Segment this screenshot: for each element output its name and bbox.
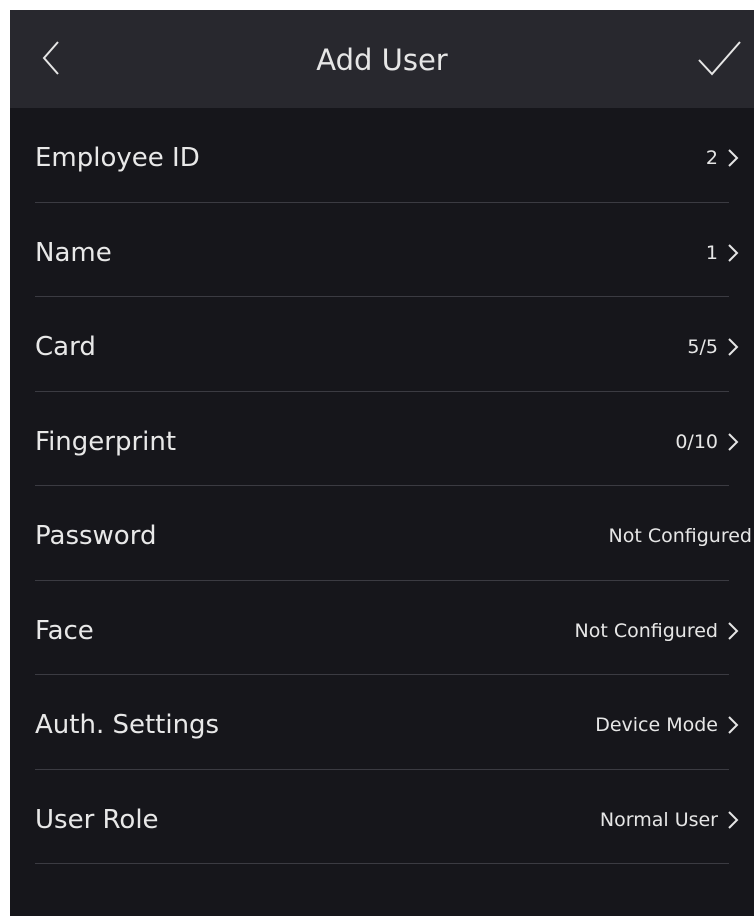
- confirm-button[interactable]: [694, 34, 744, 82]
- card-row[interactable]: Card 5/5: [10, 297, 754, 392]
- chevron-right-icon: [728, 338, 739, 356]
- row-value: Device Mode: [595, 714, 718, 736]
- row-value: Not Configured: [574, 619, 718, 642]
- row-label: Face: [35, 615, 94, 646]
- chevron-right-icon: [728, 716, 739, 734]
- chevron-right-icon: [728, 243, 739, 262]
- row-value: 2: [705, 147, 718, 169]
- back-button[interactable]: [26, 32, 78, 84]
- fingerprint-row[interactable]: Fingerprint 0/10: [10, 392, 754, 487]
- page-title: Add User: [316, 43, 448, 77]
- user-role-row[interactable]: User Role Normal User: [10, 770, 754, 865]
- row-label: Name: [35, 237, 112, 268]
- row-label: Employee ID: [35, 143, 200, 173]
- user-settings-list: Employee ID 2 Name 1 Card 5/5 Fingerprin…: [10, 108, 754, 864]
- chevron-right-icon: [728, 432, 739, 451]
- row-label: Fingerprint: [35, 426, 177, 457]
- header-bar: Add User: [10, 10, 754, 108]
- add-user-screen: Add User Employee ID 2 Name 1 Card 5/5 F…: [10, 10, 754, 916]
- row-label: Auth. Settings: [35, 710, 220, 740]
- face-row[interactable]: Face Not Configured: [10, 581, 754, 676]
- name-row[interactable]: Name 1: [10, 203, 754, 298]
- row-value: 5/5: [687, 336, 718, 358]
- row-value: Not Configured: [608, 525, 752, 547]
- row-value: 0/10: [675, 430, 718, 453]
- chevron-left-icon: [42, 41, 59, 75]
- row-label: Password: [35, 521, 157, 551]
- employee-id-row[interactable]: Employee ID 2: [10, 108, 754, 203]
- chevron-right-icon: [728, 149, 739, 167]
- row-value: 1: [705, 241, 718, 264]
- chevron-right-icon: [728, 621, 739, 640]
- auth-settings-row[interactable]: Auth. Settings Device Mode: [10, 675, 754, 770]
- row-value: Normal User: [599, 808, 718, 831]
- row-label: User Role: [35, 804, 159, 835]
- checkmark-icon: [698, 41, 741, 76]
- password-row[interactable]: Password Not Configured: [10, 486, 754, 581]
- row-label: Card: [35, 332, 96, 362]
- chevron-right-icon: [728, 810, 739, 829]
